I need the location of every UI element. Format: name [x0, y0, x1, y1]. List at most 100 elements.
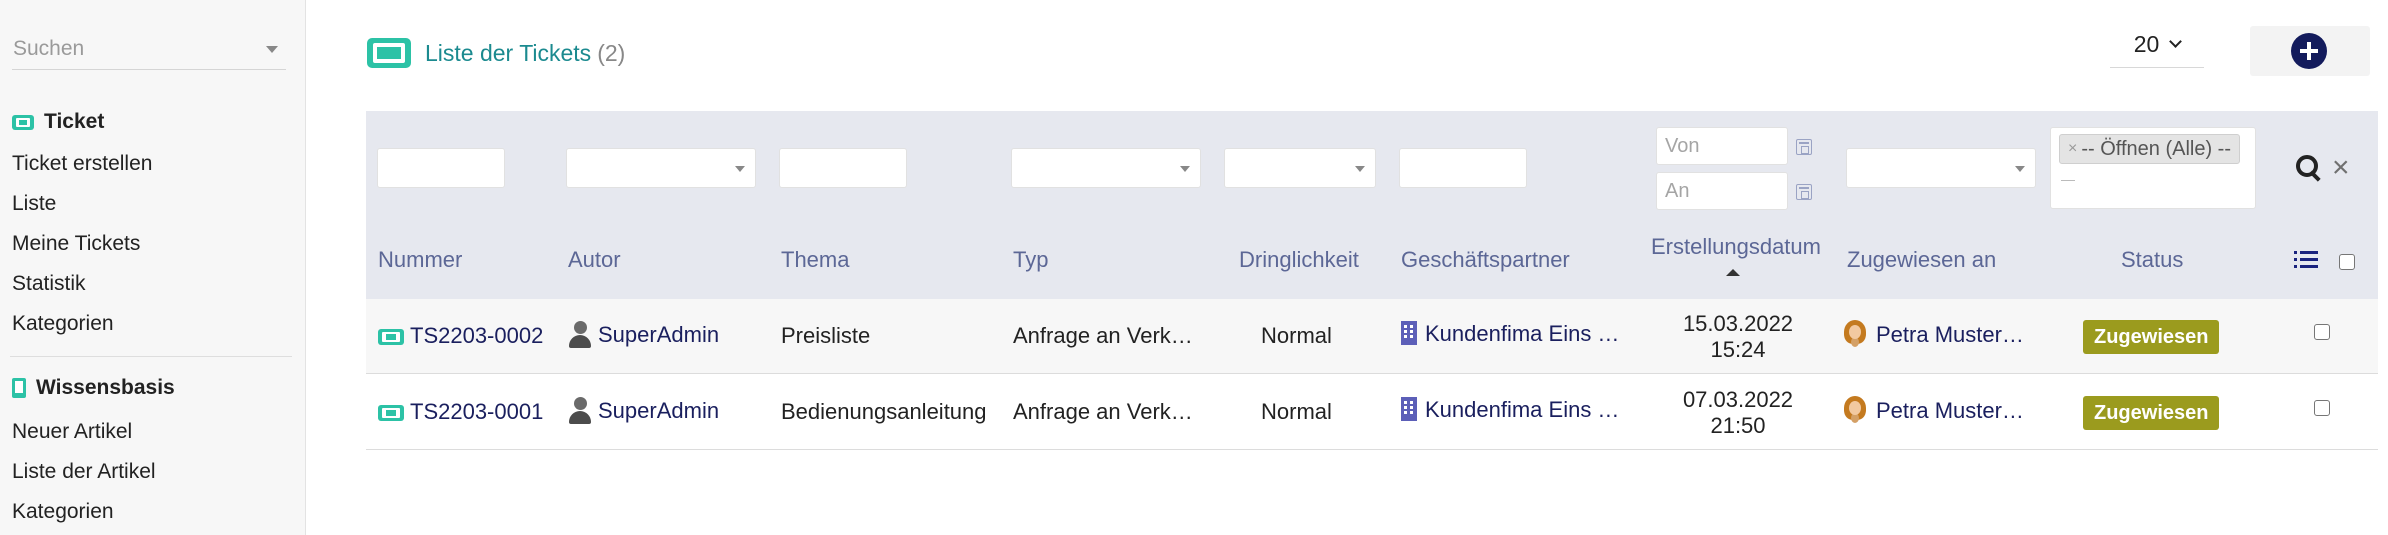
ticket-icon	[378, 329, 404, 345]
row-checkbox[interactable]	[2314, 400, 2330, 416]
building-icon	[1401, 397, 1417, 421]
assignee-name: Petra Muster…	[1876, 322, 2024, 347]
filter-dringlichkeit[interactable]	[1224, 148, 1376, 188]
assignee-name: Petra Muster…	[1876, 398, 2024, 423]
user-avatar-icon	[568, 319, 592, 349]
filter-status[interactable]: × -- Öffnen (Alle) --	[2050, 127, 2256, 209]
user-avatar-icon	[1842, 395, 1868, 425]
table-row[interactable]: TS2203-0001 SuperAdmin Bedienungsanleitu…	[366, 375, 2378, 450]
filter-nummer[interactable]	[377, 148, 505, 188]
ticket-count: (2)	[597, 39, 626, 66]
ticket-subject: Bedienungsanleitung	[781, 399, 987, 424]
column-header-nummer[interactable]: Nummer	[378, 247, 462, 273]
sidebar-search-placeholder: Suchen	[13, 37, 85, 60]
author-name: SuperAdmin	[598, 322, 720, 347]
filter-date-from[interactable]: Von	[1656, 127, 1788, 165]
ticket-number-link[interactable]: TS2203-0001	[378, 399, 543, 425]
created-date-time: 15:24	[1710, 337, 1766, 362]
row-checkbox[interactable]	[2314, 324, 2330, 340]
created-date: 07.03.2022 21:50	[1648, 387, 1828, 439]
created-date-time: 21:50	[1710, 413, 1766, 438]
ticket-type: Anfrage an Verk…	[1013, 399, 1193, 424]
column-header-status[interactable]: Status	[2121, 247, 2183, 273]
column-header-dringlichkeit[interactable]: Dringlichkeit	[1239, 247, 1359, 273]
created-date-day: 07.03.2022	[1682, 387, 1794, 412]
filter-date-to-placeholder: An	[1665, 180, 1690, 202]
status-filter-input[interactable]	[2061, 180, 2075, 181]
section-ticket-title: Ticket	[44, 110, 105, 133]
book-icon	[12, 378, 26, 398]
chevron-down-icon	[266, 46, 278, 53]
select-all-checkbox[interactable]	[2339, 254, 2355, 270]
assignee-link[interactable]: Petra Muster…	[1842, 319, 2024, 349]
ticket-subject: Preisliste	[781, 323, 871, 348]
status-filter-chip: × -- Öffnen (Alle) --	[2059, 134, 2241, 164]
ticket-urgency: Normal	[1261, 323, 1332, 348]
status-filter-chip-label: -- Öffnen (Alle) --	[2081, 137, 2232, 160]
filter-zugewiesen-an[interactable]	[1846, 148, 2036, 188]
author-link[interactable]: SuperAdmin	[568, 395, 719, 425]
filter-geschaeftspartner[interactable]	[1399, 148, 1527, 188]
status-badge: Zugewiesen	[2083, 320, 2220, 354]
sidebar-item-kategorien[interactable]: Kategorien	[12, 312, 114, 336]
ticket-icon	[12, 114, 34, 130]
column-header-thema[interactable]: Thema	[781, 247, 849, 273]
add-ticket-button[interactable]	[2250, 26, 2370, 76]
ticket-icon	[367, 38, 411, 68]
ticket-number: TS2203-0002	[410, 323, 544, 348]
user-avatar-icon	[1842, 319, 1868, 349]
partner-name: Kundenfima Eins …	[1425, 397, 1620, 422]
calendar-icon[interactable]	[1796, 184, 1812, 200]
sidebar-item-statistik[interactable]: Statistik	[12, 272, 86, 296]
list-icon[interactable]	[2294, 251, 2318, 269]
sidebar-item-neuer-artikel[interactable]: Neuer Artikel	[12, 420, 132, 444]
table-row[interactable]: TS2203-0002 SuperAdmin Preisliste Anfrag…	[366, 299, 2378, 374]
partner-link[interactable]: Kundenfima Eins …	[1401, 321, 1619, 347]
sidebar-search-select[interactable]: Suchen	[12, 30, 286, 70]
ticket-number-link[interactable]: TS2203-0002	[378, 323, 543, 349]
calendar-icon[interactable]	[1796, 139, 1812, 155]
column-header-autor[interactable]: Autor	[568, 247, 621, 273]
section-ticket[interactable]: Ticket	[12, 110, 104, 134]
page-title: Liste der Tickets (2)	[367, 38, 625, 68]
sort-ascending-icon	[1726, 269, 1740, 276]
filter-typ[interactable]	[1011, 148, 1201, 188]
filter-autor[interactable]	[566, 148, 756, 188]
status-badge: Zugewiesen	[2083, 396, 2220, 430]
search-icon[interactable]	[2296, 155, 2322, 181]
partner-name: Kundenfima Eins …	[1425, 321, 1620, 346]
column-header-geschaeftspartner[interactable]: Geschäftspartner	[1401, 247, 1570, 273]
partner-link[interactable]: Kundenfima Eins …	[1401, 397, 1619, 423]
sidebar-item-ticket-erstellen[interactable]: Ticket erstellen	[12, 152, 152, 176]
sidebar-divider	[10, 356, 292, 357]
user-avatar-icon	[568, 395, 592, 425]
filter-thema[interactable]	[779, 148, 907, 188]
column-header-zugewiesen-an[interactable]: Zugewiesen an	[1847, 247, 1996, 273]
author-link[interactable]: SuperAdmin	[568, 319, 719, 349]
per-page-select[interactable]: 20	[2110, 22, 2204, 68]
column-header-typ[interactable]: Typ	[1013, 247, 1048, 273]
assignee-link[interactable]: Petra Muster…	[1842, 395, 2024, 425]
ticket-type: Anfrage an Verk…	[1013, 323, 1193, 348]
sidebar: Suchen Ticket Ticket erstellen Liste Mei…	[0, 0, 306, 535]
chevron-down-icon	[2169, 35, 2183, 48]
clear-filters-icon[interactable]: ×	[2332, 151, 2350, 185]
building-icon	[1401, 321, 1417, 345]
sidebar-item-liste-der-artikel[interactable]: Liste der Artikel	[12, 460, 156, 484]
remove-chip-icon[interactable]: ×	[2068, 140, 2077, 158]
ticket-number: TS2203-0001	[410, 399, 544, 424]
per-page-value: 20	[2133, 31, 2160, 57]
sidebar-item-meine-tickets[interactable]: Meine Tickets	[12, 232, 140, 256]
ticket-urgency: Normal	[1261, 399, 1332, 424]
filter-date-to[interactable]: An	[1656, 172, 1788, 210]
ticket-icon	[378, 405, 404, 421]
section-wissensbasis[interactable]: Wissensbasis	[12, 376, 175, 400]
plus-circle-icon	[2291, 33, 2327, 69]
sidebar-item-kategorien-wissen[interactable]: Kategorien	[12, 500, 114, 524]
section-wissensbasis-title: Wissensbasis	[36, 376, 175, 399]
sidebar-item-liste[interactable]: Liste	[12, 192, 56, 216]
created-date: 15.03.2022 15:24	[1648, 311, 1828, 363]
column-header-erstellungsdatum[interactable]: Erstellungsdatum	[1651, 234, 1821, 260]
page-title-text: Liste der Tickets	[425, 39, 592, 66]
author-name: SuperAdmin	[598, 398, 720, 423]
